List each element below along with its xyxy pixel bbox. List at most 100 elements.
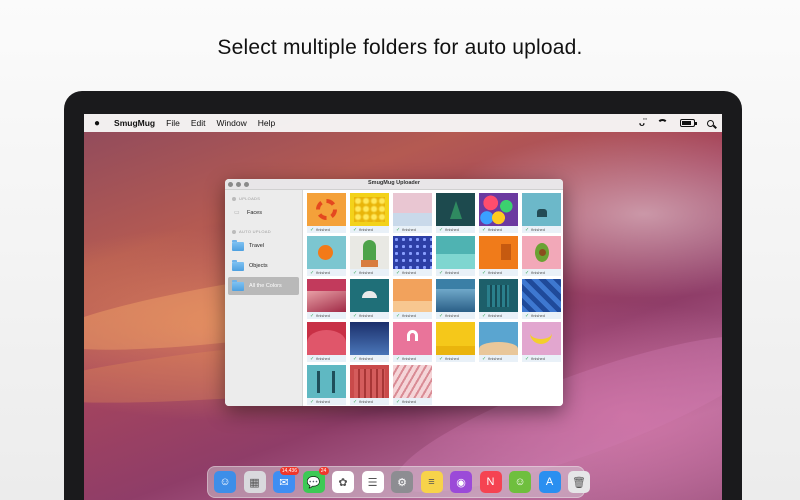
photo-thumbnail[interactable]: ✓ finished xyxy=(479,322,518,362)
photo-image xyxy=(350,236,389,269)
photo-thumbnail[interactable]: ✓ finished xyxy=(350,279,389,319)
window-titlebar[interactable]: SmugMug Uploader xyxy=(225,179,563,190)
sidebar-item-all-the-colors[interactable]: All the Colors xyxy=(228,277,299,295)
checkmark-icon: ✓ xyxy=(396,226,401,233)
photos-icon[interactable]: ✿ xyxy=(332,471,354,493)
notes-icon[interactable]: ≡ xyxy=(420,471,443,493)
photo-image xyxy=(522,236,561,269)
photo-image xyxy=(479,193,518,226)
status-label: finished xyxy=(402,356,416,361)
folder-icon xyxy=(232,279,244,291)
status-label: finished xyxy=(445,356,459,361)
photo-thumbnail[interactable]: ✓ finished xyxy=(307,322,346,362)
photo-thumbnail[interactable]: ✓ finished xyxy=(436,279,475,319)
news-icon[interactable]: N xyxy=(479,471,502,493)
menu-app-name[interactable]: SmugMug xyxy=(114,118,155,128)
sidebar-item-objects[interactable]: Objects xyxy=(228,257,299,275)
photo-thumbnail[interactable]: ✓ finished xyxy=(393,365,432,405)
launchpad-icon[interactable]: ▦ xyxy=(243,471,266,493)
status-label: finished xyxy=(316,270,330,275)
photo-thumbnail[interactable]: ✓ finished xyxy=(436,193,475,233)
photo-thumbnail[interactable]: ✓ finished xyxy=(522,279,561,319)
system-preferences-icon[interactable]: ⚙ xyxy=(391,471,413,493)
dock-glyph: ☺ xyxy=(219,476,231,488)
photo-thumbnail[interactable]: ✓ finished xyxy=(393,322,432,362)
upload-status: ✓ finished xyxy=(522,226,561,233)
upload-status: ✓ finished xyxy=(393,398,432,405)
photo-thumbnail[interactable]: ✓ finished xyxy=(522,236,561,276)
photo-thumbnail[interactable]: ✓ finished xyxy=(393,193,432,233)
status-label: finished xyxy=(488,313,502,318)
photo-image xyxy=(479,322,518,355)
upload-status: ✓ finished xyxy=(436,269,475,276)
battery-icon[interactable] xyxy=(680,119,697,127)
checkmark-icon: ✓ xyxy=(525,355,530,362)
photo-thumbnail[interactable]: ✓ finished xyxy=(350,193,389,233)
photo-thumbnail[interactable]: ✓ finished xyxy=(307,236,346,276)
menu-window[interactable]: Window xyxy=(216,118,246,128)
menu-file[interactable]: File xyxy=(166,118,180,128)
upload-status: ✓ finished xyxy=(307,312,346,319)
status-label: finished xyxy=(316,313,330,318)
mail-icon[interactable]: ✉ 14,436 xyxy=(273,467,299,493)
dock-glyph: ◉ xyxy=(456,476,466,489)
status-label: finished xyxy=(359,227,373,232)
photo-thumbnail[interactable]: ✓ finished xyxy=(350,365,389,405)
upload-status: ✓ finished xyxy=(436,226,475,233)
messages-icon[interactable]: 💬 24 xyxy=(302,467,329,493)
checkmark-icon: ✓ xyxy=(353,312,358,319)
photo-thumbnail[interactable]: ✓ finished xyxy=(522,322,561,362)
upload-status: ✓ finished xyxy=(393,355,432,362)
upload-status: ✓ finished xyxy=(479,355,518,362)
menu-help[interactable]: Help xyxy=(258,118,275,128)
trash-icon[interactable]: 🗑 xyxy=(568,471,590,493)
checkmark-icon: ✓ xyxy=(396,398,401,405)
photo-grid: ✓ finished ✓ finished ✓ finished ✓ finished ✓ fin… xyxy=(304,190,563,406)
photo-thumbnail[interactable]: ✓ finished xyxy=(436,236,475,276)
search-icon[interactable] xyxy=(707,119,714,127)
dock-glyph: A xyxy=(545,476,554,488)
smugmug-icon[interactable]: ☺ xyxy=(509,471,531,493)
folder-icon xyxy=(232,259,244,271)
upload-status: ✓ finished xyxy=(522,355,561,362)
checkmark-icon: ✓ xyxy=(482,226,487,233)
photo-thumbnail[interactable]: ✓ finished xyxy=(479,279,518,319)
wifi-icon[interactable] xyxy=(657,119,668,127)
desktop: ● SmugMug File Edit Window Help ᴗ̈ SmugM… xyxy=(84,114,722,500)
upload-status: ✓ finished xyxy=(436,312,475,319)
upload-status: ✓ finished xyxy=(393,269,432,276)
smugmug-status-icon[interactable]: ᴗ̈ xyxy=(639,118,645,129)
apple-logo-icon[interactable]: ● xyxy=(94,118,100,129)
photo-thumbnail[interactable]: ✓ finished xyxy=(479,236,518,276)
photo-image xyxy=(522,193,561,226)
photo-thumbnail[interactable]: ✓ finished xyxy=(350,322,389,362)
dock-glyph: ▦ xyxy=(249,476,260,489)
upload-status: ✓ finished xyxy=(307,398,346,405)
podcasts-icon[interactable]: ◉ xyxy=(450,471,472,493)
photo-thumbnail[interactable]: ✓ finished xyxy=(436,322,475,362)
app-store-icon[interactable]: A xyxy=(538,471,561,493)
checkmark-icon: ✓ xyxy=(482,355,487,362)
status-label: finished xyxy=(359,399,373,404)
sidebar-item-travel[interactable]: Travel xyxy=(228,237,299,255)
photo-thumbnail[interactable]: ✓ finished xyxy=(307,365,346,405)
photo-thumbnail[interactable]: ✓ finished xyxy=(393,236,432,276)
reminders-icon[interactable]: ☰ xyxy=(361,471,384,493)
photo-thumbnail[interactable]: ✓ finished xyxy=(350,236,389,276)
photo-thumbnail[interactable]: ✓ finished xyxy=(479,193,518,233)
photo-thumbnail[interactable]: ✓ finished xyxy=(522,193,561,233)
photo-image xyxy=(436,193,475,226)
status-label: finished xyxy=(531,270,545,275)
status-label: finished xyxy=(359,356,373,361)
sidebar-item-faces[interactable]: ▭ Faces xyxy=(228,204,299,222)
checkmark-icon: ✓ xyxy=(310,398,315,405)
finder-icon[interactable]: ☺ xyxy=(214,471,236,493)
menu-edit[interactable]: Edit xyxy=(191,118,206,128)
photo-thumbnail[interactable]: ✓ finished xyxy=(307,193,346,233)
photo-thumbnail[interactable]: ✓ finished xyxy=(393,279,432,319)
checkmark-icon: ✓ xyxy=(353,269,358,276)
dock-glyph: 💬 xyxy=(306,476,321,489)
upload-status: ✓ finished xyxy=(307,226,346,233)
photo-image xyxy=(350,322,389,355)
photo-thumbnail[interactable]: ✓ finished xyxy=(307,279,346,319)
